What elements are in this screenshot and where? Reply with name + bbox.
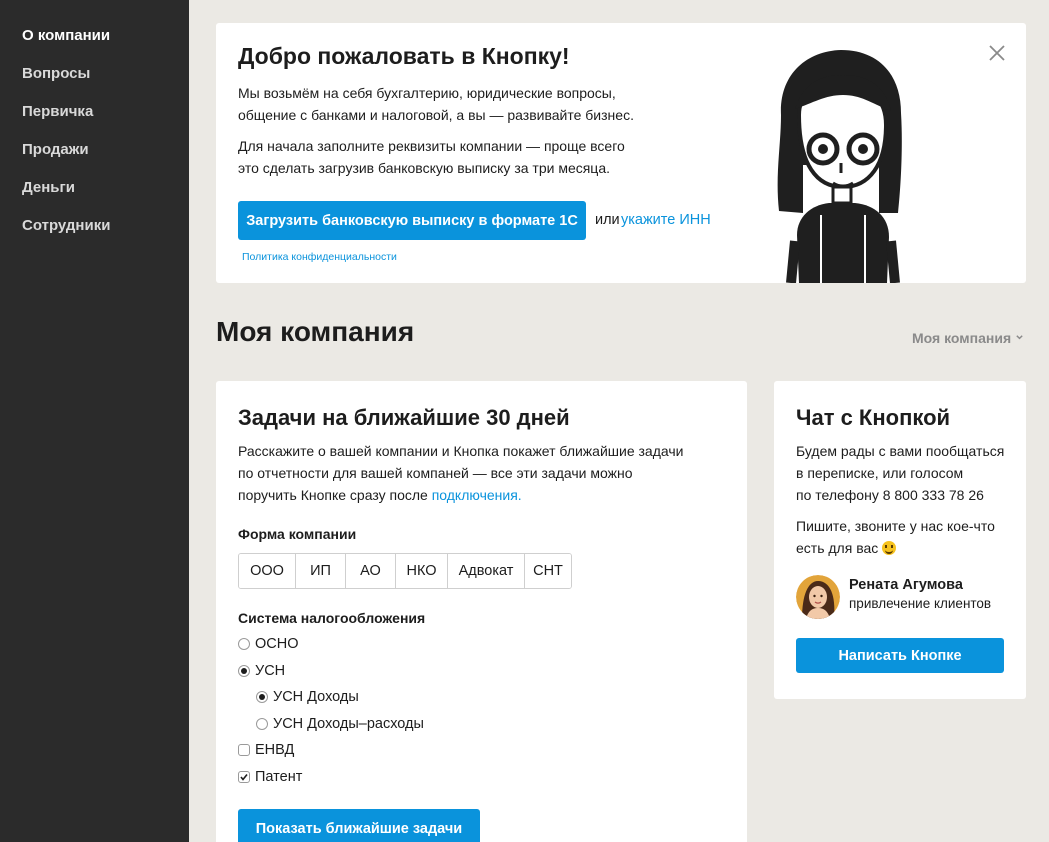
sidebar-item-questions[interactable]: Вопросы [0,64,189,102]
sidebar-item-about[interactable]: О компании [0,26,189,64]
company-form-ip[interactable]: ИП [296,554,346,588]
privacy-policy-link[interactable]: Политика конфиденциальности [242,251,397,263]
welcome-title: Добро пожаловать в Кнопку! [238,43,570,69]
company-selector-dropdown[interactable]: Моя компания [912,330,1024,346]
tax-option-usn-income[interactable]: УСН Доходы [256,689,359,705]
tasks-title: Задачи на ближайшие 30 дней [238,405,570,430]
tax-system-label: Система налогообложения [238,610,426,626]
welcome-text-line: общение с банками и налоговой, а вы — ра… [238,107,634,123]
company-form-label: Форма компании [238,526,357,542]
tax-option-label: УСН Доходы [273,689,359,705]
welcome-card: Добро пожаловать в Кнопку! Мы возьмём на… [216,23,1026,283]
company-form-nko[interactable]: НКО [396,554,448,588]
sidebar-item-money[interactable]: Деньги [0,178,189,216]
tasks-card: Задачи на ближайшие 30 дней Расскажите о… [216,381,747,842]
tax-option-usn-income-expense[interactable]: УСН Доходы–расходы [256,716,424,732]
tax-option-patent[interactable]: Патент [238,769,302,785]
tax-option-label: ОСНО [255,636,299,652]
checkmark-icon [240,774,248,781]
tax-option-label: УСН Доходы–расходы [273,716,424,732]
company-selector-label: Моя компания [912,330,1012,346]
chat-text: Будем рады с вами пообщаться в переписке… [796,440,1011,506]
radio-button[interactable] [256,718,268,730]
company-form-ooo[interactable]: ООО [239,554,296,588]
manager-name: Рената Агумова [849,577,963,593]
company-form-ao[interactable]: АО [346,554,396,588]
tasks-description-line: Расскажите о вашей компании и Кнопка пок… [238,443,684,459]
checkbox[interactable] [238,744,250,756]
chat-text-line: по телефону 8 800 333 78 26 [796,487,984,503]
radio-button-selected[interactable] [238,665,250,677]
upload-bank-statement-button[interactable]: Загрузить банковскую выписку в формате 1… [238,201,586,240]
tax-option-osno[interactable]: ОСНО [238,636,299,652]
tax-option-label: ЕНВД [255,742,295,758]
company-form-snt[interactable]: СНТ [525,554,571,588]
mascot-illustration [777,50,902,283]
write-to-knopka-button[interactable]: Написать Кнопке [796,638,1004,673]
manager-role: привлечение клиентов [849,596,992,611]
chat-title: Чат с Кнопкой [796,405,951,430]
chat-offer-text: Пишите, звоните у нас кое-что есть для в… [796,515,1011,559]
avatar [796,575,840,619]
company-form-lawyer[interactable]: Адвокат [448,554,525,588]
radio-button-selected[interactable] [256,691,268,703]
tax-option-label: УСН [255,663,286,679]
chat-text-line: Будем рады с вами пообщаться [796,443,1005,459]
welcome-text-line: это сделать загрузив банковскую выписку … [238,160,611,176]
close-icon[interactable] [985,41,1009,65]
sidebar-item-primary-docs[interactable]: Первичка [0,102,189,140]
radio-button[interactable] [238,638,250,650]
page-title: Моя компания [216,316,415,347]
sidebar-item-sales[interactable]: Продажи [0,140,189,178]
tax-option-label: Патент [255,769,303,785]
tasks-description-text: поручить Кнопке сразу после [238,487,428,503]
show-tasks-button[interactable]: Показать ближайшие задачи [238,809,480,842]
welcome-text-line: Для начала заполните реквизиты компании … [238,138,625,154]
welcome-text-line: Мы возьмём на себя бухгалтерию, юридичес… [238,85,616,101]
tax-option-envd[interactable]: ЕНВД [238,742,294,758]
chat-text-line: в переписке, или голосом [796,465,964,481]
connect-link[interactable]: подключения. [432,487,522,503]
or-text: или [595,212,620,228]
tasks-description: Расскажите о вашей компании и Кнопка пок… [238,440,708,506]
tasks-description-line: поручить Кнопке сразу после подключения. [238,484,708,506]
tax-option-usn[interactable]: УСН [238,663,285,679]
tasks-description-line: по отчетности для вашей компаней — все э… [238,465,633,481]
sidebar-item-employees[interactable]: Сотрудники [0,216,189,254]
chat-text-fragment: есть для вас [796,540,879,556]
smile-emoji-icon [882,541,897,555]
sidebar: О компании Вопросы Первичка Продажи День… [0,0,189,842]
chat-card: Чат с Кнопкой Будем рады с вами пообщать… [774,381,1026,699]
company-form-selector: ООО ИП АО НКО Адвокат СНТ [238,553,572,589]
enter-inn-link[interactable]: укажите ИНН [621,212,711,228]
chat-text-line: есть для вас [796,537,1011,559]
chevron-down-icon [1016,335,1023,340]
checkbox-checked[interactable] [238,771,250,783]
chat-text-line: Пишите, звоните у нас кое-что [796,518,995,534]
